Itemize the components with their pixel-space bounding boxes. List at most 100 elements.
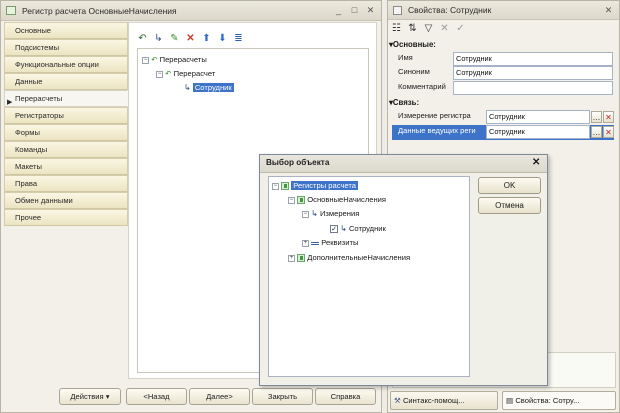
next-button[interactable]: Далее>: [189, 388, 250, 405]
calc-register-icon: [281, 182, 290, 190]
tab-osnovnye[interactable]: Основные: [4, 22, 128, 39]
dialog-close-icon[interactable]: ✕: [532, 157, 540, 168]
alphabetical-icon[interactable]: ⇅: [407, 23, 418, 34]
properties-bottom-tabs: ⚒ Синтакс-помощ... ▤ Свойства: Сотру...: [388, 391, 619, 412]
properties-close-button[interactable]: ✕: [602, 4, 615, 17]
properties-titlebar: Свойства: Сотрудник: [388, 1, 619, 20]
tab-prochee[interactable]: Прочее: [4, 209, 128, 226]
tab-obmen-dannymi[interactable]: Обмен данными: [4, 192, 128, 209]
clear-value-icon[interactable]: ✕: [603, 126, 614, 138]
prop-label-register-dimension: Измерение регистра: [398, 111, 471, 120]
properties-toolbar: ☷ ⇅ ▽ ✕ ✓: [391, 21, 466, 35]
tab-pereraschety[interactable]: ▶ Перерасчеты: [4, 90, 128, 107]
dimension-icon: ↳: [311, 209, 318, 218]
collapse-toggle-icon[interactable]: −: [156, 70, 163, 78]
tab-list: Основные Подсистемы Функциональные опции…: [4, 22, 128, 226]
select-button[interactable]: …: [591, 126, 602, 138]
prop-label-synonym: Синоним: [398, 67, 430, 76]
move-up-icon[interactable]: ⬆: [201, 33, 212, 44]
prop-label-name: Имя: [398, 53, 413, 62]
minimize-button[interactable]: _: [332, 4, 345, 17]
dlg-node-main-accruals[interactable]: − ОсновныеНачисления: [288, 193, 386, 207]
dlg-node-dimensions[interactable]: − ↳ Измерения: [302, 207, 359, 221]
dlg-label: ДополнительныеНачисления: [307, 253, 411, 262]
edit-pencil-icon[interactable]: ✎: [169, 33, 180, 44]
arrow-add-icon[interactable]: ↶: [137, 33, 148, 44]
tree-node-pereraschet[interactable]: − ↶ Перерасчет: [156, 67, 215, 81]
tree-label: Перерасчет: [173, 69, 216, 78]
tab-podsistemy[interactable]: Подсистемы: [4, 39, 128, 56]
section-main[interactable]: ▾Основные:: [389, 40, 436, 49]
filter-icon[interactable]: ▽: [423, 23, 434, 34]
tab-komandy[interactable]: Команды: [4, 141, 128, 158]
categorized-icon[interactable]: ☷: [391, 23, 402, 34]
tab-syntax-helper[interactable]: ⚒ Синтакс-помощ...: [390, 391, 498, 410]
tab-dannye[interactable]: Данные: [4, 73, 128, 90]
actions-button[interactable]: Действия ▾: [59, 388, 121, 405]
tab-funktsionalnye-optsii[interactable]: Функциональные опции: [4, 56, 128, 73]
tab-pereraschety-label: Перерасчеты: [15, 94, 63, 103]
sort-icon[interactable]: ≣: [233, 33, 244, 44]
dlg-label-selected: Регистры расчета: [291, 181, 358, 190]
properties-title: Свойства: Сотрудник: [408, 5, 492, 15]
active-tab-arrow-icon: ▶: [7, 99, 13, 106]
collapse-toggle-icon[interactable]: −: [288, 196, 295, 204]
collapse-toggle-icon[interactable]: −: [142, 56, 149, 64]
close-button[interactable]: Закрыть: [252, 388, 313, 405]
tab-formy[interactable]: Формы: [4, 124, 128, 141]
back-button[interactable]: <Назад: [126, 388, 187, 405]
tab-makety[interactable]: Макеты: [4, 158, 128, 175]
recalc-icon: ↶: [151, 55, 158, 64]
recalc-icon: ↶: [165, 69, 172, 78]
tree-node-sotrudnik[interactable]: ↳ Сотрудник: [184, 81, 234, 95]
prop-row-register-dimension: Измерение регистра Сотрудник … ✕: [392, 110, 614, 125]
maximize-button[interactable]: □: [348, 4, 361, 17]
help-button[interactable]: Справка: [315, 388, 376, 405]
calc-register-icon: [297, 254, 306, 262]
properties-tab-icon: ▤: [506, 396, 514, 405]
clear-icon[interactable]: ✕: [439, 23, 450, 34]
close-window-button[interactable]: ✕: [364, 4, 377, 17]
move-down-icon[interactable]: ⬇: [217, 33, 228, 44]
dlg-node-extra-accruals[interactable]: + ДополнительныеНачисления: [288, 251, 410, 265]
bottom-button-bar: Действия ▾ <Назад Далее> Закрыть Справка: [4, 388, 378, 406]
delete-icon[interactable]: ✕: [185, 33, 196, 44]
dialog-titlebar: Выбор объекта ✕: [260, 155, 547, 173]
prop-label-comment: Комментарий: [398, 82, 446, 91]
select-button[interactable]: …: [591, 111, 602, 123]
collapse-toggle-icon[interactable]: −: [272, 182, 279, 190]
add-dimension-icon[interactable]: ↳: [153, 33, 164, 44]
tree-node-pereraschety[interactable]: − ↶ Перерасчеты: [142, 53, 207, 67]
main-titlebar: Регистр расчета ОсновныеНачисления: [1, 1, 381, 21]
cancel-button[interactable]: Отмена: [478, 197, 541, 214]
collapse-toggle-icon[interactable]: −: [302, 210, 309, 218]
dlg-node-employee[interactable]: ✓ ↳ Сотрудник: [330, 222, 386, 236]
window-title: Регистр расчета ОсновныеНачисления: [22, 5, 177, 16]
dlg-node-attributes[interactable]: + Реквизиты: [302, 236, 358, 250]
name-field[interactable]: Сотрудник: [453, 52, 613, 66]
dlg-label: ОсновныеНачисления: [307, 195, 387, 204]
expand-toggle-icon[interactable]: +: [302, 239, 309, 247]
expand-toggle-icon[interactable]: +: [288, 254, 295, 262]
tab-registratory[interactable]: Регистраторы: [4, 107, 128, 124]
syntax-helper-icon: ⚒: [394, 396, 401, 405]
prop-label-leading-data: Данные ведущих реги: [398, 126, 476, 135]
editor-toolbar: ↶ ↳ ✎ ✕ ⬆ ⬇ ≣: [137, 30, 244, 46]
leading-data-field[interactable]: Сотрудник: [486, 125, 590, 139]
tab-properties[interactable]: ▤ Свойства: Сотру...: [502, 391, 616, 410]
clear-value-icon[interactable]: ✕: [603, 111, 614, 123]
register-dimension-field[interactable]: Сотрудник: [486, 110, 590, 124]
tab-prava[interactable]: Права: [4, 175, 128, 192]
checkbox-checked[interactable]: ✓: [330, 225, 338, 233]
synonym-field[interactable]: Сотрудник: [453, 66, 613, 80]
dlg-node-registers[interactable]: − Регистры расчета: [272, 179, 358, 193]
prop-row-comment: Комментарий: [392, 81, 614, 96]
ok-button[interactable]: OK: [478, 177, 541, 194]
section-link[interactable]: ▾Связь:: [389, 98, 419, 107]
comment-field[interactable]: [453, 81, 613, 95]
dlg-label: Сотрудник: [348, 224, 386, 233]
prop-row-leading-data: Данные ведущих реги Сотрудник … ✕: [392, 125, 614, 140]
dialog-title: Выбор объекта: [266, 158, 330, 167]
dimension-icon: ↳: [184, 83, 191, 92]
apply-icon[interactable]: ✓: [455, 23, 466, 34]
